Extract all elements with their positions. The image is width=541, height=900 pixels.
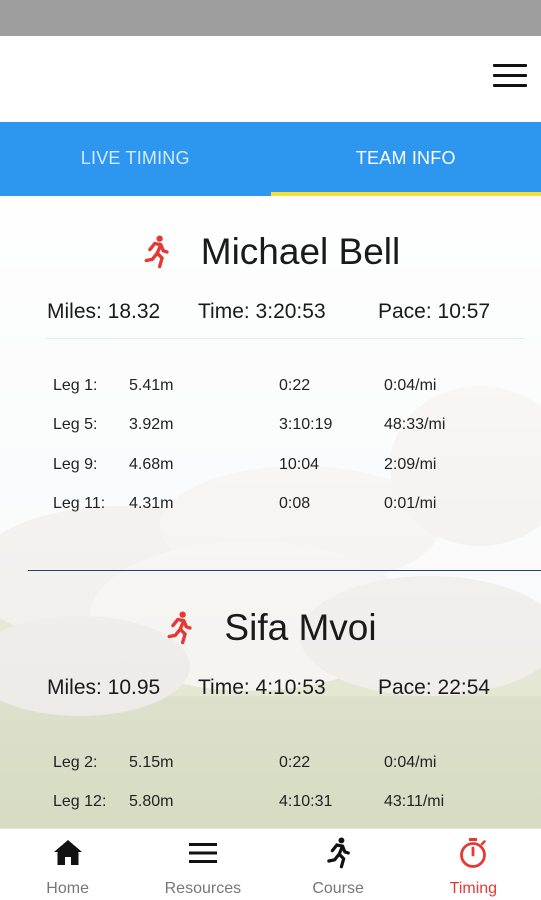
stats-divider [46, 338, 524, 339]
hamburger-menu-icon[interactable] [493, 64, 527, 92]
leg-label: Leg 5: [53, 416, 98, 434]
nav-resources-label: Resources [164, 880, 242, 897]
runner-card: Sifa Mvoi [0, 598, 541, 658]
leg-row: Leg 12: 5.80m 4:10:31 43:11/mi [0, 793, 541, 828]
runner-miles: Miles: 10.95 [47, 676, 161, 699]
home-icon [53, 840, 82, 865]
leg-distance: 4.31m [129, 494, 174, 512]
runner-pace: Pace: 10:57 [378, 300, 491, 323]
runner-icon [168, 611, 193, 645]
leg-distance: 3.92m [129, 416, 174, 434]
nav-home[interactable]: Home [0, 829, 135, 900]
runner-icon [144, 235, 169, 269]
leg-distance: 5.41m [129, 377, 174, 394]
team-info-content[interactable]: Michael Bell Miles: 18.32 Time: 3:20:53 … [0, 196, 541, 828]
leg-label: Leg 1: [53, 377, 98, 394]
nav-course[interactable]: Course [271, 829, 406, 900]
leg-label: Leg 9: [53, 455, 98, 473]
runner-card: Michael Bell [0, 222, 541, 282]
leg-pace: 2:09/mi [384, 455, 437, 473]
leg-pace: 43:11/mi [384, 793, 445, 811]
leg-row: Leg 5: 3.92m 3:10:19 48:33/mi [0, 416, 541, 455]
runner-icon [327, 837, 351, 869]
leg-row: Leg 11: 4.31m 0:08 0:01/mi [0, 495, 541, 534]
leg-label: Leg 12: [53, 793, 107, 811]
leg-label: Leg 2: [53, 754, 98, 771]
leg-time: 10:04 [279, 455, 320, 473]
runner-miles: Miles: 18.32 [47, 300, 161, 323]
leg-time: 0:22 [279, 754, 311, 771]
runner-time: Time: 4:10:53 [198, 676, 326, 699]
leg-distance: 4.68m [129, 455, 174, 473]
nav-course-label: Course [312, 880, 364, 897]
runner-stats: Miles: 10.95 Time: 4:10:53 Pace: 22:54 [0, 676, 541, 706]
nav-resources[interactable]: Resources [135, 829, 270, 900]
stopwatch-icon [460, 838, 487, 868]
runner-stats: Miles: 18.32 Time: 3:20:53 Pace: 10:57 [0, 300, 541, 330]
leg-pace: 48:33/mi [384, 416, 446, 434]
nav-timing-label: Timing [449, 880, 498, 897]
runner-divider [28, 570, 541, 571]
legs-list: Leg 1: 5.41m 0:22 0:04/mi Leg 5: 3.92m 3… [0, 377, 541, 534]
nav-timing[interactable]: Timing [406, 829, 541, 900]
runner-pace: Pace: 22:54 [378, 676, 491, 699]
tab-team-info[interactable]: TEAM INFO [270, 122, 541, 196]
runner-header: Michael Bell [0, 222, 541, 282]
leg-label: Leg 11: [53, 494, 106, 512]
nav-home-label: Home [46, 880, 89, 897]
leg-distance: 5.80m [129, 793, 174, 811]
bottom-navigation: Home Resources Course Timing [0, 828, 541, 900]
leg-time: 3:10:19 [279, 416, 333, 434]
tab-live-timing[interactable]: LIVE TIMING [0, 122, 271, 196]
leg-time: 4:10:31 [279, 793, 333, 811]
runner-name: Sifa Mvoi [224, 607, 377, 648]
runner-time: Time: 3:20:53 [198, 300, 326, 323]
leg-row: Leg 2: 5.15m 0:22 0:04/mi [0, 754, 541, 793]
legs-list: Leg 2: 5.15m 0:22 0:04/mi Leg 12: 5.80m … [0, 754, 541, 828]
tab-bar: LIVE TIMING TEAM INFO [0, 122, 541, 196]
app-bar [0, 36, 541, 122]
status-bar [0, 0, 541, 36]
leg-row: Leg 9: 4.68m 10:04 2:09/mi [0, 456, 541, 495]
leg-pace: 0:04/mi [384, 754, 437, 771]
runner-name: Michael Bell [200, 231, 401, 272]
leg-distance: 5.15m [129, 754, 174, 771]
leg-pace: 0:01/mi [384, 494, 437, 512]
runner-header: Sifa Mvoi [0, 598, 541, 658]
leg-time: 0:08 [279, 494, 311, 512]
list-icon [188, 843, 217, 863]
leg-row: Leg 1: 5.41m 0:22 0:04/mi [0, 377, 541, 416]
leg-time: 0:22 [279, 377, 311, 394]
leg-pace: 0:04/mi [384, 377, 437, 394]
